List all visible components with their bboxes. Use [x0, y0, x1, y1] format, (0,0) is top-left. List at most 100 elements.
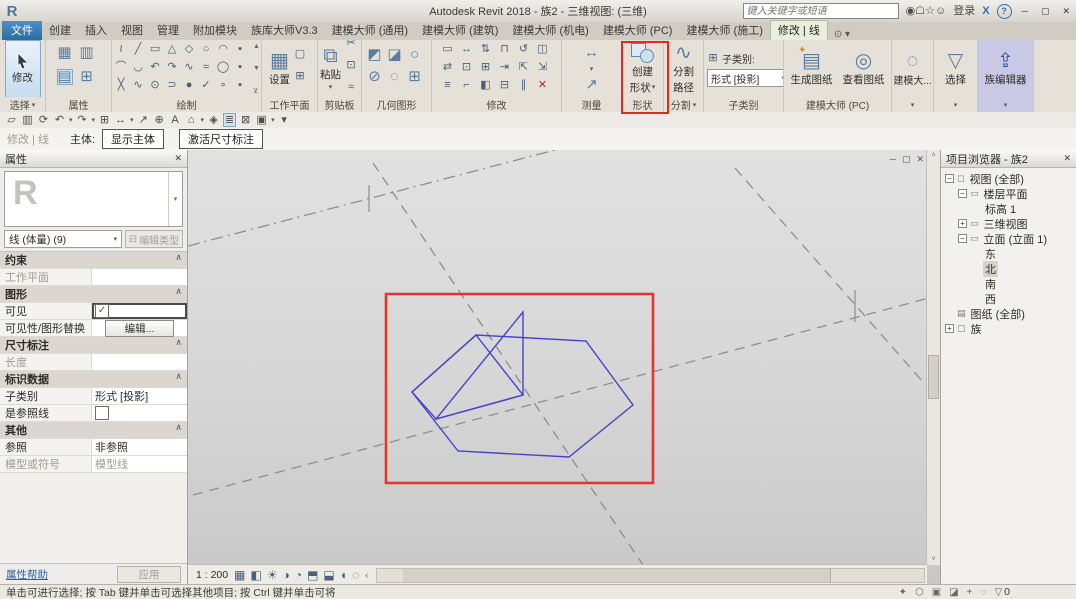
- switch-windows-icon[interactable]: ▣: [255, 113, 268, 127]
- tool-icon[interactable]: ◠: [215, 42, 231, 58]
- hide-isolate-glasses-icon[interactable]: ◖: [340, 569, 347, 581]
- panel-label-geometry[interactable]: 几何图形: [362, 97, 431, 112]
- tool-icon[interactable]: ∿: [181, 60, 197, 76]
- panel-label-subcategory[interactable]: 子类别: [704, 97, 783, 112]
- close-icon[interactable]: ✕: [174, 153, 182, 164]
- tool-icon[interactable]: ○: [198, 42, 214, 58]
- expand-box-icon[interactable]: +: [958, 219, 967, 228]
- property-value[interactable]: [92, 269, 187, 285]
- panel-toggle-icon[interactable]: ⊙ ▾: [834, 29, 850, 40]
- panel-caret-family-editor[interactable]: ▾: [978, 97, 1033, 112]
- panel-label-draw[interactable]: 绘制: [112, 97, 261, 112]
- sketch-canvas[interactable]: [188, 150, 940, 565]
- tool-icon[interactable]: ⊓: [497, 42, 513, 58]
- subscription-icon[interactable]: ☖: [915, 5, 925, 17]
- property-value[interactable]: 非参照: [92, 439, 187, 455]
- divide-path-button[interactable]: ∿ 分割 路径: [673, 43, 694, 95]
- text-icon[interactable]: A: [169, 113, 182, 127]
- panel-label-mc-pc[interactable]: 建模大师 (PC): [784, 97, 891, 112]
- tool-icon[interactable]: ▪: [232, 42, 248, 58]
- tool-icon[interactable]: ↺: [516, 42, 532, 58]
- checkbox[interactable]: [95, 406, 109, 420]
- tool-icon[interactable]: ⊡: [459, 60, 475, 76]
- vertical-scrollbar[interactable]: ˄ ˅: [926, 150, 940, 565]
- tree-item-东[interactable]: 东: [941, 246, 1076, 261]
- property-value[interactable]: 模型线: [92, 456, 187, 472]
- family-category-icon[interactable]: ⊞: [79, 69, 95, 85]
- tree-item-南[interactable]: 南: [941, 276, 1076, 291]
- tool-icon[interactable]: ◫: [535, 42, 551, 58]
- visual-style-icon[interactable]: ◧: [250, 569, 261, 581]
- model-line-quad[interactable]: [412, 335, 523, 419]
- exclude-options-icon[interactable]: ◪: [949, 587, 958, 598]
- tool-icon[interactable]: ⌐: [459, 78, 475, 94]
- family-types-icon[interactable]: ▦: [57, 45, 73, 61]
- measure-between-icon[interactable]: ↔: [584, 45, 600, 61]
- tool-icon[interactable]: ●: [181, 78, 197, 94]
- tool-icon[interactable]: ⊟: [497, 78, 513, 94]
- tool-icon[interactable]: ∘: [215, 78, 231, 94]
- collapse-icon[interactable]: ∧: [175, 422, 187, 438]
- tool-icon[interactable]: ╳: [113, 78, 129, 94]
- cut-geometry-icon[interactable]: ◪: [387, 47, 403, 63]
- open-icon[interactable]: ▱: [5, 113, 18, 127]
- collapse-box-icon[interactable]: −: [958, 189, 967, 198]
- crop-view-icon[interactable]: ⬒: [307, 569, 318, 581]
- view-restore-icon[interactable]: ▢: [902, 154, 911, 165]
- properties-toggle-icon[interactable]: ▤: [57, 69, 73, 85]
- section-icon[interactable]: ◈: [207, 113, 220, 127]
- scroll-down-icon[interactable]: ˅: [927, 556, 940, 563]
- tool-icon[interactable]: ≀: [113, 42, 129, 58]
- panel-caret-mc-select[interactable]: ▾: [934, 97, 977, 112]
- tree-item-三维视图[interactable]: +▭三维视图: [941, 216, 1076, 231]
- tool-icon[interactable]: ✕: [535, 78, 551, 94]
- worksets-icon[interactable]: ✦: [899, 587, 907, 598]
- view-sheet-button[interactable]: ◎ 查看图纸: [843, 51, 885, 87]
- mc-more-button[interactable]: ◌ 建模大...: [893, 51, 931, 87]
- close-icon[interactable]: ✕: [1063, 153, 1071, 164]
- tool-icon[interactable]: ▭: [147, 42, 163, 58]
- sun-path-icon[interactable]: ☀: [267, 569, 278, 581]
- tool-icon[interactable]: ⇄: [440, 60, 456, 76]
- set-workplane-button[interactable]: ▦ 设置: [269, 51, 290, 87]
- panel-caret-mc-more[interactable]: ▾: [892, 97, 933, 112]
- tool-icon[interactable]: ◯: [215, 60, 231, 76]
- activate-dimensions-button[interactable]: 激活尺寸标注: [179, 129, 263, 149]
- signin-label[interactable]: 登录: [953, 6, 975, 17]
- tab-modify-line[interactable]: 修改 | 线: [770, 20, 828, 40]
- thin-lines-icon[interactable]: ≣: [223, 113, 236, 127]
- exchange-apps-icon[interactable]: X: [982, 6, 989, 17]
- circle-void-icon[interactable]: ○: [407, 47, 423, 63]
- property-value[interactable]: [92, 354, 187, 370]
- panel-label-workplane[interactable]: 工作平面: [262, 97, 317, 112]
- search-icon[interactable]: ◉: [906, 5, 916, 17]
- help-icon[interactable]: ?: [997, 4, 1012, 19]
- tree-item-西[interactable]: 西: [941, 291, 1076, 306]
- tool-icon[interactable]: ≡: [440, 78, 456, 94]
- tool-icon[interactable]: ⊃: [164, 78, 180, 94]
- customize-qat-icon[interactable]: ▾: [278, 113, 291, 127]
- measure-icon[interactable]: ↔: [114, 113, 127, 127]
- undo-icon[interactable]: ↶: [53, 113, 66, 127]
- tool-icon[interactable]: ↷: [164, 60, 180, 76]
- tree-item-标高 1[interactable]: 标高 1: [941, 201, 1076, 216]
- collapse-box-icon[interactable]: −: [958, 234, 967, 243]
- design-options-icon[interactable]: ⬡: [915, 587, 924, 598]
- tab-建模大师 (机电)[interactable]: 建模大师 (机电): [505, 21, 595, 40]
- editable-only-icon[interactable]: ▣: [932, 587, 941, 598]
- property-value[interactable]: 编辑...: [92, 320, 187, 336]
- close-hidden-windows-icon[interactable]: ⊠: [239, 113, 252, 127]
- selection-filter[interactable]: ▽ 0: [994, 586, 1010, 598]
- cut-icon[interactable]: ✂: [343, 40, 359, 52]
- mc-select-button[interactable]: ▽ 选择: [945, 51, 966, 87]
- type-properties-icon[interactable]: ▥: [79, 45, 95, 61]
- tab-file[interactable]: 文件: [2, 21, 42, 40]
- help-search-input[interactable]: [743, 3, 899, 19]
- panel-label-shape[interactable]: 形状: [622, 97, 663, 112]
- tool-icon[interactable]: ╱: [130, 42, 146, 58]
- workplane-viewer-icon[interactable]: ⊞: [292, 69, 308, 85]
- tool-icon[interactable]: ∥: [516, 78, 532, 94]
- paint-icon[interactable]: ◌: [387, 69, 403, 85]
- tool-icon[interactable]: ≈: [198, 60, 214, 76]
- collapse-icon[interactable]: ∧: [175, 371, 187, 387]
